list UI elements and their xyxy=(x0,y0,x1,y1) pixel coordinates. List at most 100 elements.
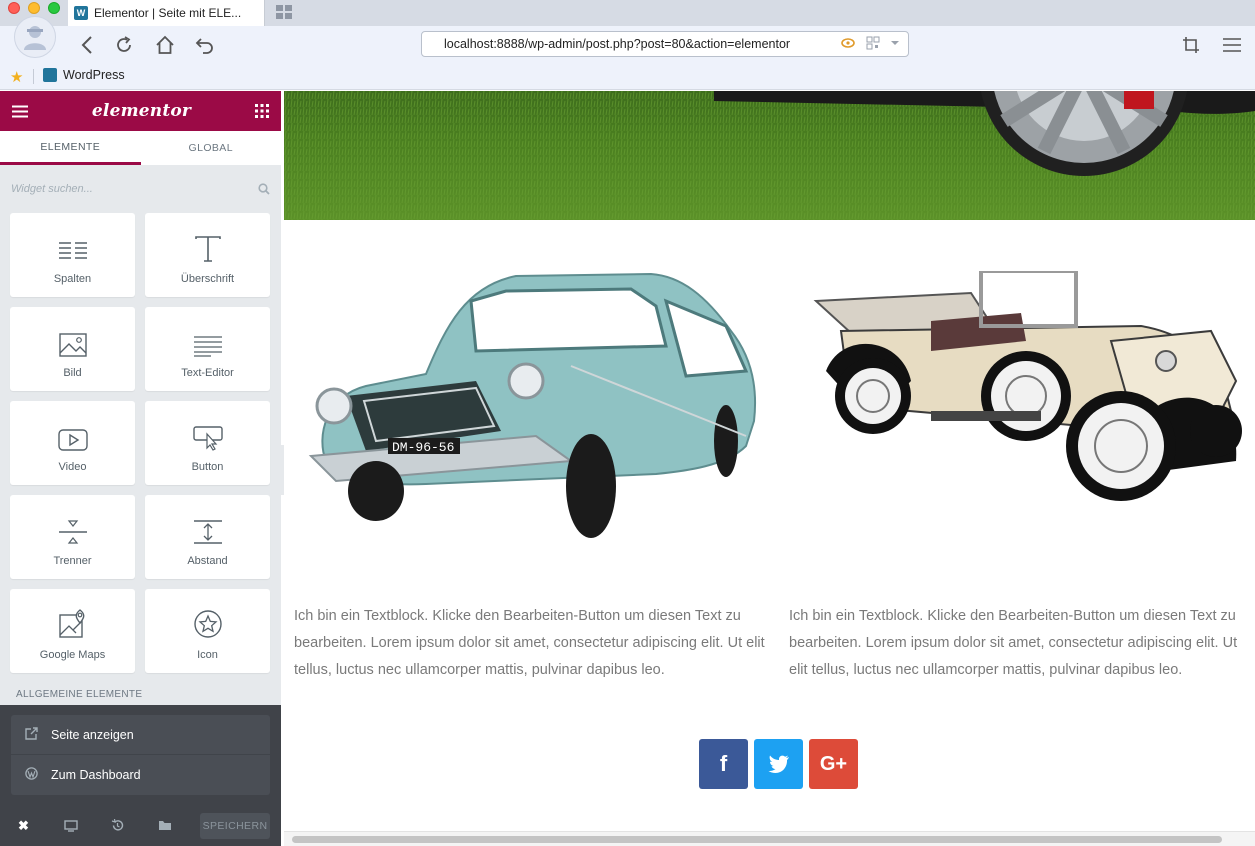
widget-icon[interactable]: Icon xyxy=(145,589,270,673)
reload-button[interactable] xyxy=(113,34,135,56)
widget-trenner[interactable]: Trenner xyxy=(10,495,135,579)
text-block-right[interactable]: Ich bin ein Textblock. Klicke den Bearbe… xyxy=(789,603,1255,684)
bookmark-star-icon[interactable]: ★ xyxy=(10,68,23,86)
scrollbar-thumb[interactable] xyxy=(292,836,1222,843)
folder-icon xyxy=(158,821,171,830)
panel-menu-icon[interactable] xyxy=(12,105,28,118)
text-block-left[interactable]: Ich bin ein Textblock. Klicke den Bearbe… xyxy=(294,603,774,684)
external-link-icon xyxy=(25,726,51,743)
twitter-icon xyxy=(768,755,789,773)
extension-icon[interactable] xyxy=(840,36,856,50)
panel-footer: ✖ SPEICHERN xyxy=(0,805,281,846)
widgets-grid-icon[interactable] xyxy=(254,104,269,118)
widget-bild[interactable]: Bild xyxy=(10,307,135,391)
columns-icon xyxy=(58,242,87,259)
facebook-icon: f xyxy=(719,751,728,776)
vintage-sedan-photo: DM-96-56 xyxy=(308,272,757,538)
browser-tab[interactable]: W Elementor | Seite mit ELE... xyxy=(68,0,265,26)
desktop-icon xyxy=(63,819,78,832)
responsive-mode-button[interactable] xyxy=(47,819,94,832)
undo-button[interactable] xyxy=(194,34,216,56)
bookmark-label: WordPress xyxy=(63,68,125,82)
hero-image xyxy=(284,91,1255,220)
save-button[interactable]: SPEICHERN xyxy=(200,812,270,839)
widget-google-maps[interactable]: Google Maps xyxy=(10,589,135,673)
widget-button[interactable]: Button xyxy=(145,401,270,485)
widget-label: Überschrift xyxy=(180,273,235,285)
page-preview: DM-96-56 Ich bin ein Textblock. Klicke d… xyxy=(284,91,1255,846)
vintage-roadster-photo xyxy=(813,269,1242,501)
widget-label: Button xyxy=(191,461,224,473)
google-plus-share-button[interactable]: G+ xyxy=(809,739,858,789)
widget-abstand[interactable]: Abstand xyxy=(145,495,270,579)
divider-icon xyxy=(58,520,87,544)
browser-tab-bar: W Elementor | Seite mit ELE... xyxy=(0,0,1255,26)
tab-grid-icon[interactable] xyxy=(276,5,292,19)
hamburger-menu-icon xyxy=(1223,38,1241,52)
url-dropdown-icon[interactable] xyxy=(890,39,900,47)
panel-header: elementor xyxy=(0,91,281,131)
bookmarks-divider xyxy=(33,69,34,84)
panel-menu-overlay: Seite anzeigen Zum Dashboard xyxy=(0,705,281,805)
video-icon xyxy=(57,429,88,451)
history-button[interactable] xyxy=(94,819,141,832)
tab-elemente[interactable]: ELEMENTE xyxy=(0,131,141,165)
menu-item-label: Seite anzeigen xyxy=(51,727,134,742)
map-icon xyxy=(58,609,84,638)
browser-toolbar: localhost:8888/wp-admin/post.php?post=80… xyxy=(0,26,1255,64)
twitter-share-button[interactable] xyxy=(754,739,803,789)
google-plus-icon: G+ xyxy=(819,752,848,775)
tab-global[interactable]: GLOBAL xyxy=(141,131,282,165)
heading-icon xyxy=(194,236,221,262)
window-close-button[interactable] xyxy=(8,2,20,14)
menu-button[interactable] xyxy=(1221,34,1243,56)
widget-search-input[interactable]: Widget suchen... xyxy=(0,165,281,213)
widget-label: Google Maps xyxy=(39,649,106,661)
widget-grid: Spalten Überschrift Bild Text-Editor Vid… xyxy=(0,213,281,673)
user-avatar-icon xyxy=(24,26,46,50)
wordpress-icon xyxy=(25,767,51,783)
spacer-icon xyxy=(193,520,222,544)
history-icon xyxy=(111,819,124,831)
bookmark-wordpress[interactable]: WordPress xyxy=(43,68,125,82)
window-maximize-button[interactable] xyxy=(48,2,60,14)
widget-label: Spalten xyxy=(53,273,92,285)
image-icon xyxy=(58,333,87,357)
widget-ueberschrift[interactable]: Überschrift xyxy=(145,213,270,297)
widget-label: Bild xyxy=(63,367,82,379)
panel-tabs: ELEMENTE GLOBAL xyxy=(0,131,281,165)
home-icon xyxy=(156,35,174,54)
widget-text-editor[interactable]: Text-Editor xyxy=(145,307,270,391)
widget-label: Trenner xyxy=(53,555,92,567)
horizontal-scrollbar[interactable] xyxy=(284,831,1255,846)
sports-car-wheel-photo xyxy=(284,91,1255,220)
button-icon xyxy=(192,426,223,451)
address-bar[interactable]: localhost:8888/wp-admin/post.php?post=80… xyxy=(421,31,909,57)
widget-video[interactable]: Video xyxy=(10,401,135,485)
close-panel-button[interactable]: ✖ xyxy=(0,818,47,834)
reload-icon xyxy=(117,36,131,52)
window-minimize-button[interactable] xyxy=(28,2,40,14)
user-avatar[interactable] xyxy=(14,16,56,58)
wordpress-favicon-icon: W xyxy=(74,6,88,20)
crop-icon xyxy=(1183,37,1199,53)
text-editor-icon xyxy=(193,336,222,357)
qr-code-icon[interactable] xyxy=(866,36,880,50)
wordpress-bookmark-icon xyxy=(43,68,57,82)
templates-button[interactable] xyxy=(141,820,188,831)
car-image-peugeot: DM-96-56 xyxy=(306,256,761,551)
widget-label: Text-Editor xyxy=(181,367,234,379)
undo-icon xyxy=(195,38,213,54)
widget-label: Video xyxy=(58,461,87,473)
back-button[interactable] xyxy=(76,34,98,56)
menu-item-label: Zum Dashboard xyxy=(51,768,141,782)
screenshot-button[interactable] xyxy=(1180,34,1202,56)
home-button[interactable] xyxy=(154,34,176,56)
widget-label: Icon xyxy=(197,649,218,661)
facebook-share-button[interactable]: f xyxy=(699,739,748,789)
menu-item-seite-anzeigen[interactable]: Seite anzeigen xyxy=(11,715,270,755)
menu-item-zum-dashboard[interactable]: Zum Dashboard xyxy=(11,755,270,795)
widget-spalten[interactable]: Spalten xyxy=(10,213,135,297)
panel-overlay-menu: Seite anzeigen Zum Dashboard xyxy=(11,715,270,795)
section-allgemeine-elemente: ALLGEMEINE ELEMENTE xyxy=(16,689,143,700)
